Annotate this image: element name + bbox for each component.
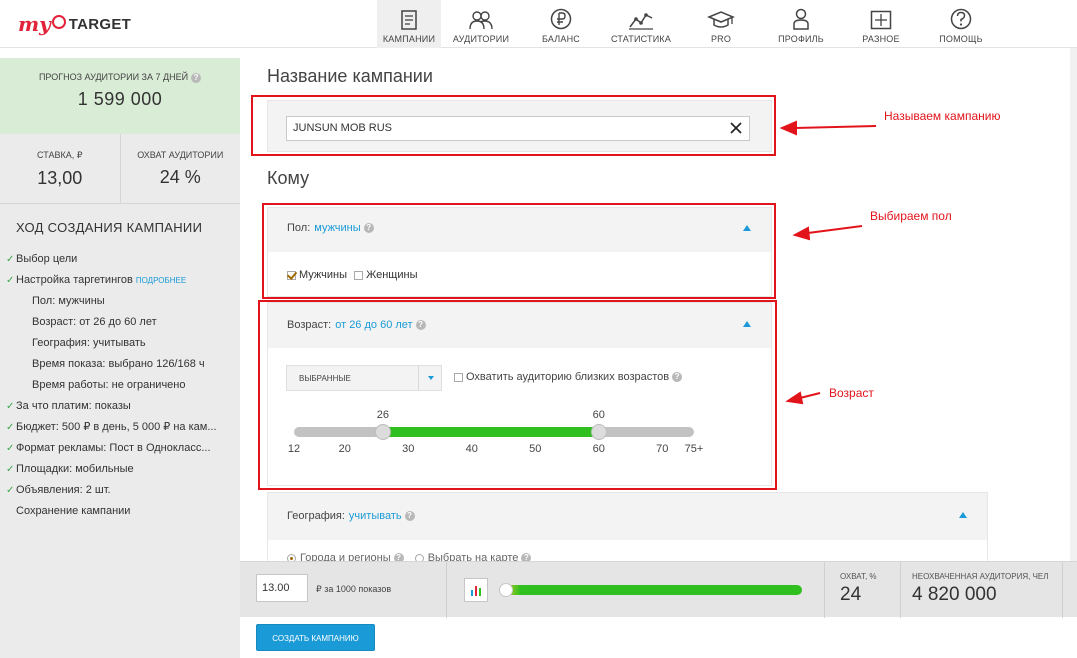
uncovered-audience-value: 4 820 000 (912, 584, 997, 605)
rate-input[interactable]: 13.00 (256, 574, 308, 602)
scrollbar[interactable] (1070, 48, 1077, 561)
bar-chart-icon (471, 586, 481, 596)
bottom-bar: 13.00 ₽ за 1000 показов ОХВАТ, % 24 НЕОХ… (240, 561, 1077, 618)
arrow-icon (779, 120, 877, 405)
rate-input-label: ₽ за 1000 показов (316, 584, 392, 594)
annotation-arrows (779, 120, 877, 405)
reach-slider-handle[interactable] (499, 583, 513, 597)
create-campaign-button[interactable]: СОЗДАТЬ КАМПАНИЮ (256, 624, 375, 651)
reach-percent-label: ОХВАТ, % (840, 572, 877, 581)
reach-progress-bar (499, 585, 802, 595)
reach-percent-value: 24 (840, 584, 862, 605)
uncovered-audience-label: НЕОХВАЧЕННАЯ АУДИТОРИЯ, ЧЕЛ (912, 572, 1049, 581)
app-root: my TARGET КАМПАНИИ АУДИТОРИИ БАЛАНС СТАТ… (0, 0, 1077, 658)
chart-button[interactable] (464, 578, 488, 602)
